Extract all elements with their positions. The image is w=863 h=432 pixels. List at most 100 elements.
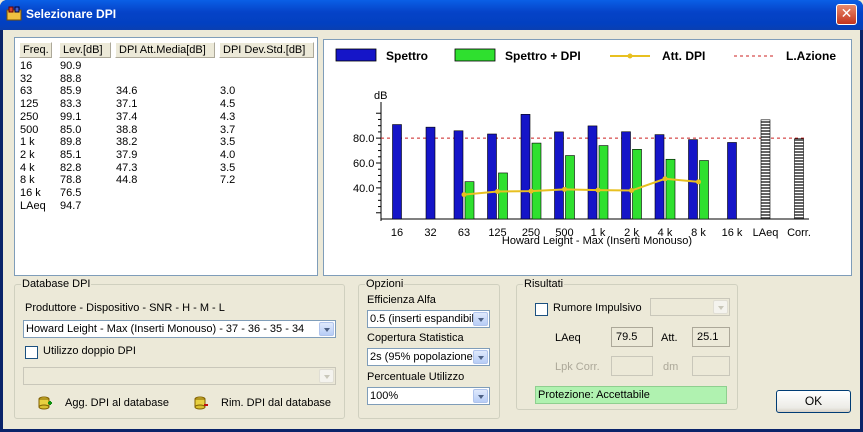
x-tick-label: Corr.	[787, 227, 811, 239]
database-group-title: Database DPI	[21, 278, 92, 290]
results-group-title: Risultati	[523, 278, 565, 290]
chevron-down-icon[interactable]	[713, 300, 728, 314]
legend-label: Spettro + DPI	[505, 49, 581, 63]
bar-spettro	[587, 125, 598, 220]
double-dpi-checkbox[interactable]	[25, 346, 38, 359]
att-dpi-point	[696, 179, 701, 185]
ok-button[interactable]: OK	[776, 390, 851, 413]
cell-freq: 63	[20, 85, 33, 98]
cell-dev-std: 3.5	[220, 136, 236, 149]
cell-dev-std: 7.2	[220, 174, 236, 187]
table-row[interactable]: 16 k 76.5	[20, 187, 315, 200]
table-row[interactable]: 500 85.0 38.8 3.7	[20, 124, 315, 137]
add-database-icon	[38, 396, 52, 410]
options-group: Opzioni Efficienza Alfa 0.5 (inserti esp…	[358, 278, 500, 419]
legend-label: L.Azione	[786, 49, 836, 63]
coverage-select[interactable]: 2s (95% popolazione)	[367, 348, 490, 366]
dialog-client: Freq. Lev.[dB] DPI Att.Media[dB] DPI Dev…	[3, 30, 860, 429]
cell-level: 89.8	[60, 136, 82, 149]
bar-spettro	[554, 131, 564, 220]
cell-freq: 2 k	[20, 148, 35, 161]
table-row[interactable]: 63 85.9 34.6 3.0	[20, 85, 315, 98]
cell-dev-std: 3.5	[220, 161, 236, 174]
cell-level: 76.5	[60, 187, 82, 199]
alpha-label: Efficienza Alfa	[367, 294, 436, 306]
usage-select[interactable]: 100%	[367, 387, 490, 405]
table-row[interactable]: 4 k 82.8 47.3 3.5	[20, 162, 315, 175]
cell-dev-std: 4.5	[220, 98, 236, 111]
lpk-value	[611, 356, 653, 376]
bar-spettro	[392, 124, 402, 220]
column-header-dev-std[interactable]: DPI Dev.Std.[dB]	[219, 42, 314, 58]
table-row[interactable]: 32 88.8	[20, 73, 315, 86]
cell-dev-std: 4.3	[220, 110, 236, 123]
chart-svg: Spettro Spettro + DPI Att. DPI L.Azione dB 40…	[335, 48, 836, 247]
app-icon	[6, 6, 22, 21]
remove-dpi-label: Rim. DPI dal database	[221, 397, 332, 409]
chevron-down-icon[interactable]	[473, 389, 488, 403]
second-dpi-select[interactable]	[23, 367, 336, 385]
column-header-att-media[interactable]: DPI Att.Media[dB]	[115, 42, 215, 58]
coverage-label: Copertura Statistica	[367, 332, 464, 344]
window-title: Selezionare DPI	[26, 7, 117, 21]
close-button[interactable]: ✕	[836, 4, 857, 25]
table-row[interactable]: 250 99.1 37.4 4.3	[20, 111, 315, 124]
cell-att-media: 47.3	[116, 161, 138, 174]
database-columns-label: Produttore - Dispositivo - SNR - H - M -…	[25, 302, 225, 314]
x-tick-label: 32	[424, 227, 436, 239]
cell-level: 83.3	[60, 98, 82, 111]
att-dpi-point	[662, 176, 668, 182]
alpha-select[interactable]: 0.5 (inserti espandibili)	[367, 310, 490, 328]
y-tick-label: 40.0	[353, 183, 374, 195]
table-row[interactable]: 16 90.9	[20, 60, 315, 73]
cell-level: 82.8	[60, 161, 82, 174]
table-row[interactable]: 2 k 85.1 37.9 4.0	[20, 149, 315, 162]
remove-database-icon	[194, 396, 208, 410]
dm-label: dm	[663, 361, 679, 373]
bar-spettro	[727, 142, 737, 220]
att-dpi-point	[461, 192, 467, 198]
cell-level: 90.9	[60, 60, 82, 72]
x-tick-label: 8 k	[691, 227, 706, 239]
chevron-down-icon[interactable]	[473, 312, 488, 326]
usage-value: 100%	[370, 390, 399, 402]
options-group-title: Opzioni	[365, 278, 405, 290]
frequency-table[interactable]: Freq. Lev.[dB] DPI Att.Media[dB] DPI Dev…	[14, 37, 318, 276]
cell-level: 85.9	[60, 85, 82, 98]
column-header-level[interactable]: Lev.[dB]	[59, 42, 111, 58]
cell-freq: 1 k	[20, 136, 35, 149]
dialog-window: Selezionare DPI ✕ Freq. Lev.[dB] DPI Att…	[0, 0, 863, 432]
bar-spettro	[688, 139, 698, 220]
x-tick-label: 16 k	[722, 227, 743, 239]
att-dpi-point	[629, 188, 634, 194]
chevron-down-icon[interactable]	[319, 322, 334, 336]
bar-spettro	[654, 134, 665, 220]
table-row[interactable]: 1 k 89.8 38.2 3.5	[20, 136, 315, 149]
bar-spettro	[520, 114, 531, 220]
table-row[interactable]: LAeq 94.7	[20, 200, 315, 213]
cell-freq: 4 k	[20, 161, 35, 174]
chevron-down-icon[interactable]	[319, 369, 334, 383]
usage-label: Percentuale Utilizzo	[367, 371, 465, 383]
impulse-noise-select[interactable]	[650, 298, 730, 316]
cell-dev-std: 3.7	[220, 123, 236, 136]
bar-spettro	[453, 130, 464, 220]
remove-dpi-button[interactable]: Rim. DPI dal database	[193, 393, 343, 413]
bar-spettro-dpi	[632, 149, 642, 220]
x-axis-label: Howard Leight - Max (Inserti Monouso)	[502, 235, 692, 247]
dm-value	[692, 356, 730, 376]
protection-status: Protezione: Accettabile	[535, 386, 727, 404]
chevron-down-icon[interactable]	[473, 350, 488, 364]
bar-spettro-dpi	[464, 181, 475, 220]
column-header-freq[interactable]: Freq.	[19, 42, 52, 58]
add-dpi-button[interactable]: Agg. DPI al database	[37, 393, 187, 413]
att-dpi-point	[528, 188, 534, 194]
table-row[interactable]: 125 83.3 37.1 4.5	[20, 98, 315, 111]
table-row[interactable]: 8 k 78.8 44.8 7.2	[20, 174, 315, 187]
cell-freq: LAeq	[20, 199, 46, 212]
dpi-select[interactable]: Howard Leight - Max (Inserti Monouso) - …	[23, 320, 336, 338]
bar-spettro	[425, 126, 436, 220]
lpk-label: Lpk Corr.	[555, 361, 600, 373]
impulse-noise-checkbox[interactable]	[535, 303, 548, 316]
cell-dev-std: 4.0	[220, 148, 236, 161]
